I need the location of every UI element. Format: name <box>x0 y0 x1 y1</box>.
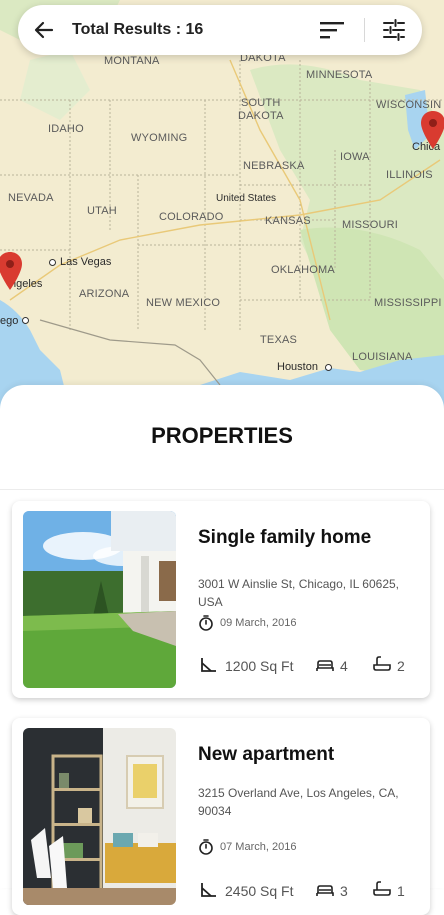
property-photo-house <box>23 511 176 688</box>
map-city-dot-san-diego <box>22 317 29 324</box>
map-label-oklahoma: OKLAHOMA <box>271 264 335 276</box>
map-label-wisconsin: WISCONSIN <box>376 99 442 111</box>
map-label-nevada: NEVADA <box>8 192 54 204</box>
map-label-louisiana: LOUISIANA <box>352 351 413 363</box>
map-label-texas: TEXAS <box>260 334 298 346</box>
property-card[interactable]: Single family home 3001 W Ainslie St, Ch… <box>12 501 430 698</box>
area-ruler-icon <box>201 658 216 672</box>
map-label-las-vegas: Las Vegas <box>60 256 112 268</box>
map-label-montana: MONTANA <box>104 55 160 67</box>
search-results-bar: Total Results : 16 <box>18 5 422 55</box>
map-label-united-states: United States <box>216 193 277 204</box>
property-beds: 3 <box>340 883 348 899</box>
map-label-kansas: KANSAS <box>265 215 311 227</box>
property-area: 2450 Sq Ft <box>225 883 294 899</box>
filter-sliders-icon[interactable] <box>383 19 405 41</box>
results-count-title: Total Results : 16 <box>72 21 204 38</box>
map-label-minnesota: MINNESOTA <box>306 69 373 81</box>
property-name: New apartment <box>198 744 335 765</box>
map-city-dot-houston <box>325 364 332 371</box>
map-label-mississippi: MISSISSIPPI <box>374 297 442 309</box>
properties-title: PROPERTIES <box>151 423 293 448</box>
back-arrow-icon[interactable] <box>32 18 56 42</box>
map-label-san-diego: ego <box>0 315 19 327</box>
property-area: 1200 Sq Ft <box>225 658 294 674</box>
map-label-south-dakota-1: SOUTH <box>241 97 281 109</box>
stopwatch-icon <box>199 615 213 631</box>
map-label-colorado: COLORADO <box>159 211 224 223</box>
map-pin-icon-los-angeles[interactable] <box>0 252 22 290</box>
property-date: 09 March, 2016 <box>220 617 297 629</box>
map-label-arizona: ARIZONA <box>79 288 130 300</box>
map-label-iowa: IOWA <box>340 151 370 163</box>
property-baths: 2 <box>397 658 405 674</box>
map-label-wyoming: WYOMING <box>131 132 188 144</box>
stopwatch-icon <box>199 839 213 855</box>
map-label-illinois: ILLINOIS <box>386 169 433 181</box>
property-baths: 1 <box>397 883 405 899</box>
bed-icon <box>316 885 334 896</box>
map-label-new-mexico: NEW MEXICO <box>146 297 221 309</box>
property-name: Single family home <box>198 527 372 548</box>
map-city-dot-las-vegas <box>49 259 56 266</box>
map-label-south-dakota-2: DAKOTA <box>238 110 284 122</box>
bathtub-icon <box>373 881 391 896</box>
toolbar-divider <box>364 18 365 42</box>
map-background <box>0 0 444 410</box>
map-label-missouri: MISSOURI <box>342 219 398 231</box>
property-photo-apartment <box>23 728 176 905</box>
map-pin-icon-chicago[interactable] <box>421 111 444 149</box>
property-address: 3001 W Ainslie St, Chicago, IL 60625, US… <box>198 577 400 609</box>
sheet-divider <box>0 489 444 490</box>
bed-icon <box>316 660 334 671</box>
map-label-nebraska: NEBRASKA <box>243 160 305 172</box>
map-label-utah: UTAH <box>87 205 117 217</box>
property-beds: 4 <box>340 658 348 674</box>
map-label-houston: Houston <box>277 361 318 373</box>
properties-sheet: PROPERTIES Single family home 3001 W Ain… <box>0 385 444 915</box>
property-address: 3215 Overland Ave, Los Angeles, CA, 9003… <box>198 786 399 818</box>
area-ruler-icon <box>201 883 216 897</box>
property-card[interactable]: New apartment 3215 Overland Ave, Los Ang… <box>12 718 430 915</box>
sort-icon[interactable] <box>320 20 344 40</box>
bathtub-icon <box>373 656 391 671</box>
map-view[interactable]: MONTANA DAKOTA MINNESOTA WISCONSIN IDAHO… <box>0 0 444 410</box>
property-date: 07 March, 2016 <box>220 841 297 853</box>
map-label-idaho: IDAHO <box>48 123 84 135</box>
